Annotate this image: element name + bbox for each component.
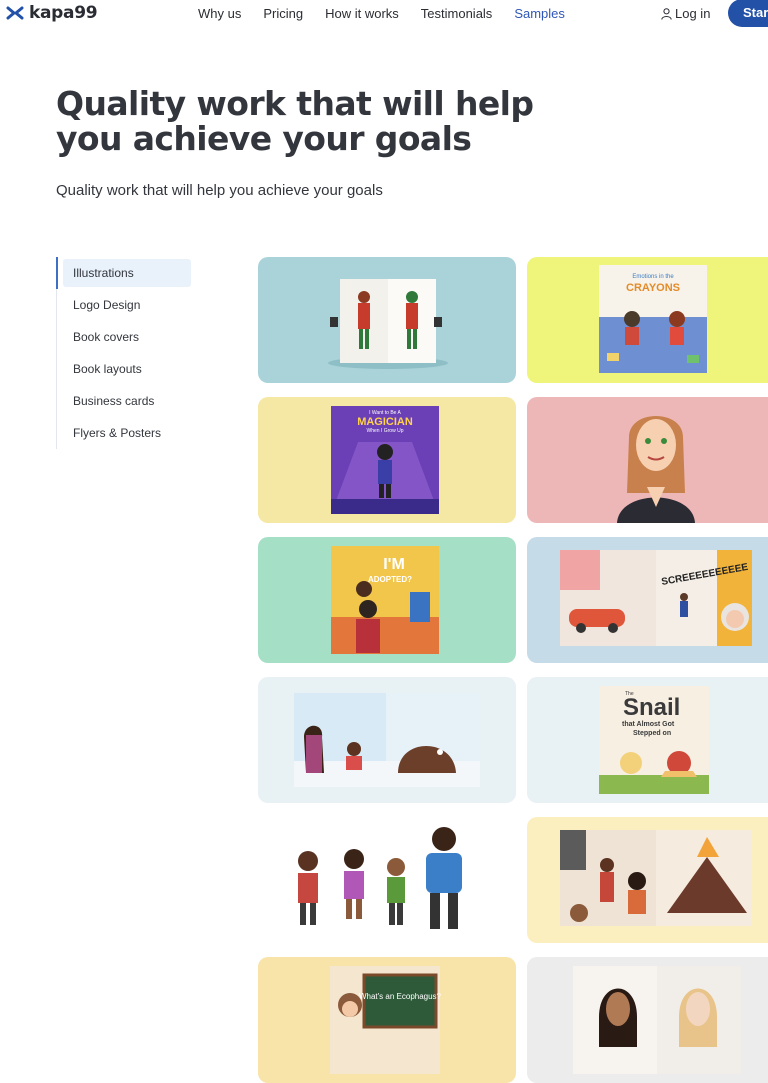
page-title: Quality work that will help you achieve … [56, 84, 534, 158]
category-flyers-posters[interactable]: Flyers & Posters [57, 417, 187, 449]
crayons-title-small: Emotions in the [632, 274, 674, 280]
crayons-title-big: CRAYONS [626, 282, 680, 294]
nav-link-testimonials[interactable]: Testimonials [421, 6, 493, 21]
nav-link-how-it-works[interactable]: How it works [325, 6, 399, 21]
sneeze-book-illustration: SCREEEEEEEEEE [560, 550, 752, 646]
nav-link-samples[interactable]: Samples [514, 6, 565, 21]
adopted-line-1: I'M [383, 556, 405, 573]
category-book-layouts[interactable]: Book layouts [57, 353, 187, 385]
category-illustrations[interactable]: Illustrations [63, 259, 191, 287]
snail-line-2: Snail [623, 694, 680, 721]
user-icon [661, 7, 672, 20]
brand-name: kapa99 [29, 3, 98, 23]
sample-card-chalkboard[interactable]: What's an Ecophagus? [258, 957, 516, 1083]
adopted-line-2: ADOPTED? [368, 575, 412, 584]
login-link[interactable]: Log in [661, 6, 710, 21]
snail-book-illustration: The Snail that Almost Got Stepped on [599, 686, 709, 794]
main-menu: Why us Pricing How it works Testimonials… [198, 6, 565, 21]
page-subtitle: Quality work that will help you achieve … [56, 182, 383, 199]
magician-line-3: When I Grow Up [367, 428, 404, 434]
superhero-book-illustration [328, 279, 448, 369]
volcano-book-illustration [560, 830, 752, 926]
sample-card-portraits[interactable] [527, 957, 768, 1083]
sample-card-magician[interactable]: I Want to Be A MAGICIAN When I Grow Up [258, 397, 516, 523]
walrus-book-illustration [294, 693, 480, 787]
sample-card-volcano[interactable] [527, 817, 768, 943]
adopted-book-illustration: I'M ADOPTED? [331, 546, 439, 654]
snail-line-4: Stepped on [633, 730, 671, 737]
chalkboard-text: What's an Ecophagus? [359, 992, 442, 1001]
sample-card-sneeze[interactable]: SCREEEEEEEEEE [527, 537, 768, 663]
top-nav: kapa99 Why us Pricing How it works Testi… [0, 0, 768, 27]
portraits-book-illustration [573, 966, 741, 1074]
crayons-book-illustration: Emotions in the CRAYONS [599, 265, 707, 373]
sample-card-superhero-book[interactable] [258, 257, 516, 383]
brand-logo[interactable]: kapa99 [6, 3, 98, 23]
snail-line-3: that Almost Got [622, 721, 675, 728]
sample-card-snail[interactable]: The Snail that Almost Got Stepped on [527, 677, 768, 803]
nav-link-pricing[interactable]: Pricing [263, 6, 303, 21]
chalkboard-book-illustration: What's an Ecophagus? [330, 966, 442, 1074]
login-label: Log in [675, 6, 711, 21]
category-sidebar: Illustrations Logo Design Book covers Bo… [56, 257, 191, 449]
sample-card-walrus[interactable] [258, 677, 516, 803]
category-book-covers[interactable]: Book covers [57, 321, 187, 353]
sample-card-emotions-crayons[interactable]: Emotions in the CRAYONS [527, 257, 768, 383]
logo-mark-icon [6, 6, 24, 20]
magician-book-illustration: I Want to Be A MAGICIAN When I Grow Up [331, 406, 439, 514]
magician-line-2: MAGICIAN [357, 416, 413, 428]
category-logo-design[interactable]: Logo Design [57, 289, 187, 321]
sample-card-portrait[interactable] [527, 397, 768, 523]
category-business-cards[interactable]: Business cards [57, 385, 187, 417]
characters-illustration [298, 827, 462, 929]
sample-card-characters[interactable] [258, 817, 516, 943]
active-indicator [56, 257, 58, 289]
portrait-illustration [617, 416, 695, 523]
nav-link-why-us[interactable]: Why us [198, 6, 241, 21]
start-button[interactable]: Start [728, 0, 768, 27]
sample-card-adopted[interactable]: I'M ADOPTED? [258, 537, 516, 663]
